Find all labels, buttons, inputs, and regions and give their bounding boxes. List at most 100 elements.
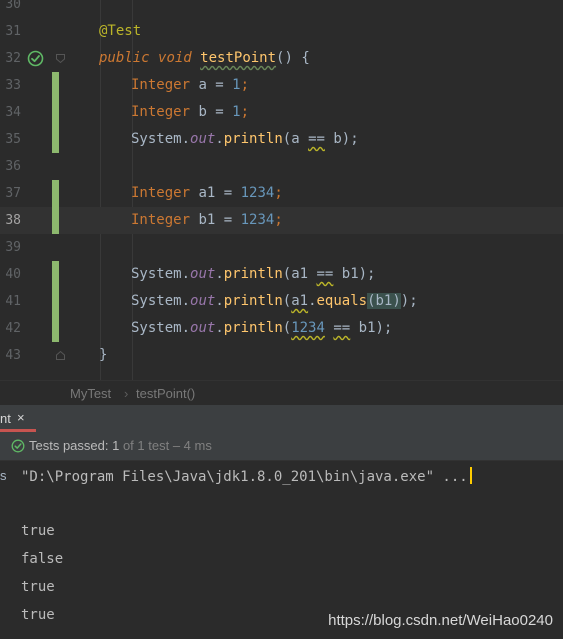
line-number: 38: [5, 213, 21, 228]
code-text: Integer a = 1;: [131, 72, 249, 99]
code-token: System.: [131, 266, 191, 282]
console-output-line: false: [21, 551, 64, 567]
code-line[interactable]: 33 Integer a = 1;: [0, 72, 563, 99]
line-number: 37: [5, 186, 21, 201]
fold-icon[interactable]: [55, 350, 66, 361]
changed-line-marker[interactable]: [52, 126, 59, 153]
code-token: Integer: [131, 77, 191, 93]
run-tab[interactable]: nt ×: [0, 405, 36, 432]
code-line[interactable]: 42 System.out.println(1234 == b1);: [0, 315, 563, 342]
close-icon[interactable]: ×: [17, 410, 25, 425]
code-token: );: [400, 293, 418, 309]
run-test-passed-icon[interactable]: [27, 50, 44, 67]
line-number: 31: [5, 24, 21, 39]
code-token: println: [223, 293, 283, 309]
code-token: ;: [274, 185, 283, 201]
code-token: System.: [131, 320, 191, 336]
code-token: ;: [274, 212, 283, 228]
code-token: b =: [190, 104, 233, 120]
code-line[interactable]: 32 public void testPoint() {: [0, 45, 563, 72]
code-token: ==: [333, 320, 351, 336]
code-text: System.out.println(1234 == b1);: [131, 315, 392, 342]
code-token: Integer: [131, 212, 191, 228]
code-token: }: [99, 347, 108, 363]
changed-line-marker[interactable]: [52, 288, 59, 315]
code-token: .: [215, 293, 224, 309]
code-token: (a1: [282, 266, 317, 282]
code-line[interactable]: 34 Integer b = 1;: [0, 99, 563, 126]
code-token: (b1): [367, 293, 401, 309]
line-number: 32: [5, 51, 21, 66]
line-number: 43: [5, 348, 21, 363]
code-line[interactable]: 30: [0, 0, 563, 18]
console-side-label: s: [0, 468, 7, 483]
changed-line-marker[interactable]: [52, 180, 59, 207]
code-token: b1);: [350, 320, 393, 336]
console-command-line: "D:\Program Files\Java\jdk1.8.0_201\bin\…: [21, 467, 472, 485]
code-token: System.: [131, 131, 191, 147]
test-status-bar: Tests passed: 1 of 1 test – 4 ms: [0, 432, 563, 461]
code-token: .: [215, 131, 224, 147]
code-token: .: [215, 320, 224, 336]
line-number: 36: [5, 159, 21, 174]
changed-line-marker[interactable]: [52, 315, 59, 342]
code-token: Integer: [131, 104, 191, 120]
code-token: (: [282, 320, 292, 336]
code-token: out: [190, 131, 216, 147]
changed-line-marker[interactable]: [52, 261, 59, 288]
code-token: 1: [232, 77, 241, 93]
code-line[interactable]: 36: [0, 153, 563, 180]
code-text: Integer b = 1;: [131, 99, 249, 126]
fold-icon[interactable]: [55, 53, 66, 64]
check-circle-icon: [11, 439, 25, 453]
code-token: ==: [308, 131, 325, 147]
breadcrumb-class[interactable]: MyTest: [70, 386, 111, 401]
line-number: 33: [5, 78, 21, 93]
code-token: a1: [291, 293, 309, 309]
command-text: "D:\Program Files\Java\jdk1.8.0_201\bin\…: [21, 469, 468, 485]
code-line[interactable]: 31 @Test: [0, 18, 563, 45]
code-token: out: [190, 320, 216, 336]
code-token: .: [215, 266, 224, 282]
code-token: 1234: [240, 212, 275, 228]
code-token: 1234: [240, 185, 275, 201]
code-token: 1: [232, 104, 241, 120]
code-line-current[interactable]: 38 Integer b1 = 1234;: [0, 207, 563, 234]
breadcrumb-method[interactable]: testPoint(): [136, 386, 195, 401]
code-token: b1 =: [190, 212, 241, 228]
code-token: equals: [316, 293, 368, 309]
run-tab-bar: nt ×: [0, 405, 563, 433]
changed-line-marker[interactable]: [52, 207, 59, 234]
code-line[interactable]: 41 System.out.println(a1.equals(b1));: [0, 288, 563, 315]
code-line[interactable]: 37 Integer a1 = 1234;: [0, 180, 563, 207]
code-token: 1234: [291, 320, 325, 336]
changed-line-marker[interactable]: [52, 99, 59, 126]
code-text: System.out.println(a == b);: [131, 126, 359, 153]
code-token: out: [190, 266, 216, 282]
code-token: ;: [240, 77, 250, 93]
code-token: {: [301, 50, 310, 66]
console-output-line: true: [21, 523, 55, 539]
console-output[interactable]: s "D:\Program Files\Java\jdk1.8.0_201\bi…: [0, 461, 563, 639]
status-passed-label: Tests passed:: [29, 438, 113, 453]
code-token: println: [223, 131, 283, 147]
code-editor[interactable]: 30 31 @Test 32 public void testPoint() {…: [0, 0, 563, 380]
code-line[interactable]: 43 }: [0, 342, 563, 369]
code-text: Integer b1 = 1234;: [131, 207, 283, 234]
line-number: 39: [5, 240, 21, 255]
code-line[interactable]: 39: [0, 234, 563, 261]
test-status-text: Tests passed: 1 of 1 test – 4 ms: [29, 438, 212, 453]
status-summary: of 1 test – 4 ms: [119, 438, 212, 453]
code-token: b1);: [333, 266, 376, 282]
code-token: @Test: [99, 23, 142, 39]
code-line[interactable]: 35 System.out.println(a == b);: [0, 126, 563, 153]
breadcrumb-separator: ›: [124, 386, 129, 401]
changed-line-marker[interactable]: [52, 72, 59, 99]
code-token: b);: [324, 131, 359, 147]
line-number: 30: [5, 0, 21, 12]
code-line[interactable]: 40 System.out.println(a1 == b1);: [0, 261, 563, 288]
code-token: ==: [316, 266, 334, 282]
code-token: ;: [240, 104, 250, 120]
